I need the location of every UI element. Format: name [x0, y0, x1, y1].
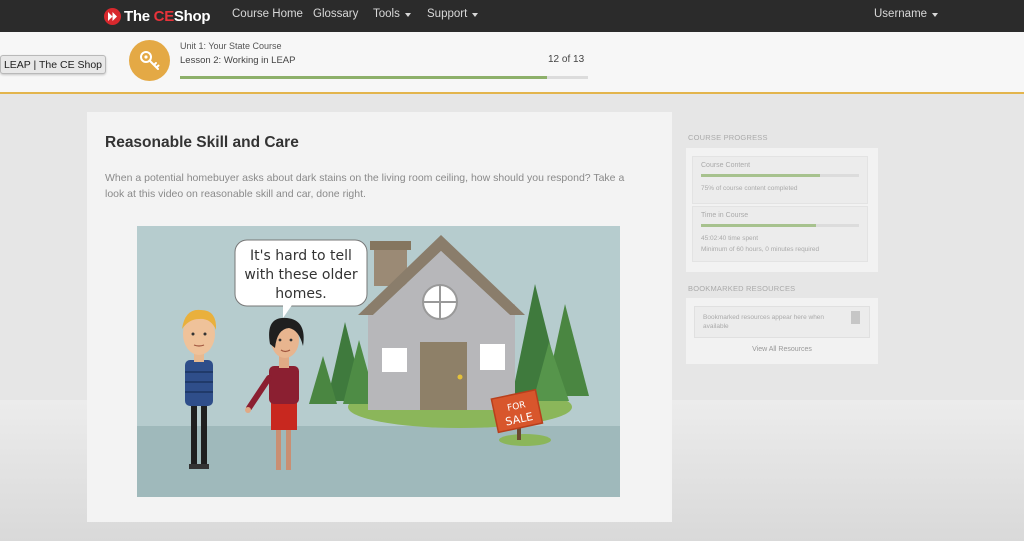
bookmarks-empty-state: Bookmarked resources appear here when av…: [694, 306, 870, 338]
video-frame-illustration: FOR SALE It's hard to tell with these ol…: [137, 235, 620, 497]
chimney-cap: [370, 241, 411, 250]
course-progress-heading: COURSE PROGRESS: [688, 133, 768, 142]
chevron-down-icon: [404, 13, 411, 17]
bookmarks-empty-text: Bookmarked resources appear here when av…: [703, 314, 825, 330]
course-content-fill: [701, 174, 820, 177]
course-content-label: Course Content: [701, 162, 751, 169]
speech-line-3: homes.: [275, 286, 326, 302]
time-fill: [701, 224, 817, 227]
window-right: [480, 344, 505, 370]
window-left: [382, 348, 407, 372]
video-player[interactable]: FOR SALE It's hard to tell with these ol…: [137, 226, 620, 497]
speech-line-1: It's hard to tell: [250, 248, 352, 264]
view-all-resources-link[interactable]: View All Resources: [686, 346, 878, 353]
brand-logo[interactable]: The CEShop: [104, 6, 211, 26]
tab-tooltip: LEAP | The CE Shop: [0, 55, 106, 74]
time-in-course-progress: Time in Course 45:02:40 time spent Minim…: [692, 206, 868, 262]
chevron-down-icon: [932, 13, 939, 17]
lesson-progress-fill: [180, 76, 548, 79]
lesson-counter: 12 of 13: [548, 54, 585, 65]
nav-tools[interactable]: Tools: [373, 8, 411, 20]
speech-line-2: with these older: [244, 267, 357, 283]
page-title: Reasonable Skill and Care: [105, 134, 299, 151]
time-minimum: Minimum of 60 hours, 0 minutes required: [701, 246, 820, 253]
nav-glossary[interactable]: Glossary: [313, 8, 358, 20]
time-label: Time in Course: [701, 212, 749, 219]
course-progress-card: Course Content 75% of course content com…: [686, 148, 878, 272]
time-bar: [701, 224, 859, 227]
brand-play-icon: [104, 7, 121, 25]
intro-paragraph: When a potential homebuyer asks about da…: [105, 172, 625, 200]
lesson-content-card: Reasonable Skill and Care When a potenti…: [87, 112, 672, 522]
lesson-title: Lesson 2: Working in LEAP: [180, 55, 296, 66]
nav-support[interactable]: Support: [427, 8, 479, 20]
lesson-progress-bar: [180, 76, 588, 79]
nav-course-home[interactable]: Course Home: [232, 8, 303, 20]
top-navbar: The CEShop Course Home Glossary Tools Su…: [0, 0, 1024, 32]
bookmarks-card: Bookmarked resources appear here when av…: [686, 298, 878, 364]
bookmark-icon: [851, 311, 860, 324]
time-spent: 45:02:40 time spent: [701, 235, 759, 242]
lesson-header: Unit 1: Your State Course Lesson 2: Work…: [0, 32, 1024, 94]
course-content-bar: [701, 174, 859, 177]
chevron-down-icon: [472, 13, 479, 17]
course-content-sub: 75% of course content completed: [701, 185, 798, 192]
ground: [137, 426, 620, 497]
bookmarks-heading: BOOKMARKED RESOURCES: [688, 284, 796, 293]
user-menu[interactable]: Username: [874, 8, 939, 20]
course-content-progress: Course Content 75% of course content com…: [692, 156, 868, 204]
unit-title: Unit 1: Your State Course: [180, 41, 282, 51]
key-icon: [129, 40, 170, 81]
brand-name: The CEShop: [124, 7, 211, 25]
